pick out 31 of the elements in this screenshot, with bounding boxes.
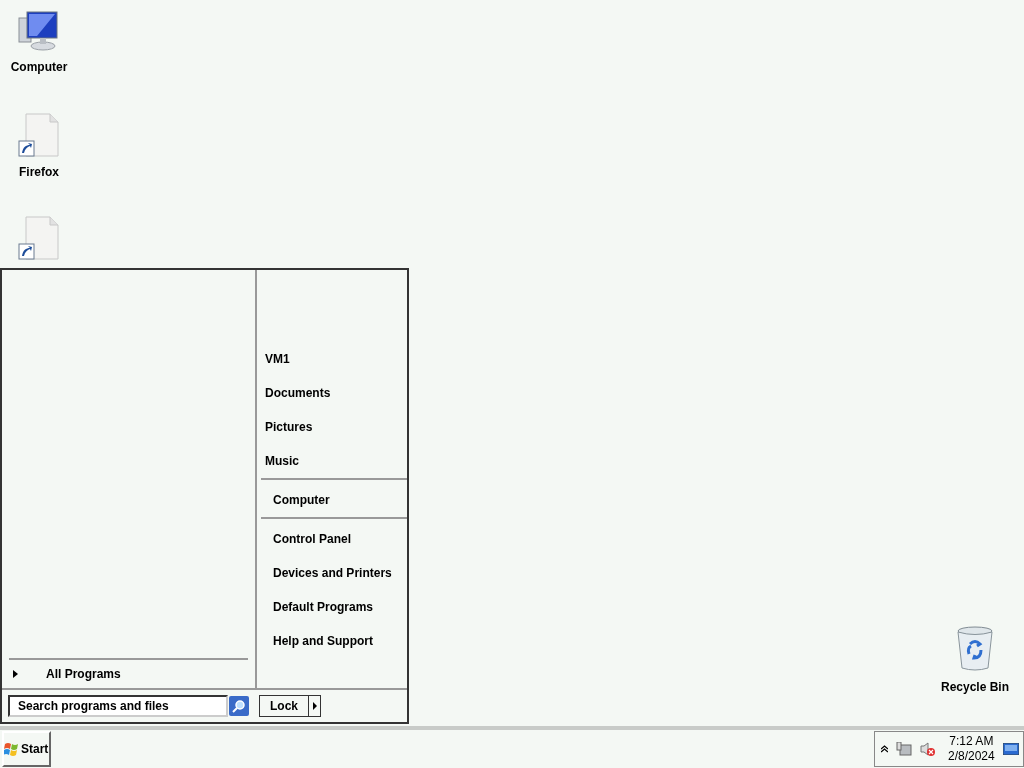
- menu-item[interactable]: Default Programs: [273, 598, 374, 616]
- lock-options-button[interactable]: [309, 695, 321, 717]
- lock-button[interactable]: Lock: [259, 695, 309, 717]
- menu-item[interactable]: Devices and Printers: [273, 564, 392, 582]
- clock-date[interactable]: 2/8/2024: [948, 749, 995, 764]
- menu-item[interactable]: Computer: [273, 491, 330, 509]
- search-button[interactable]: [229, 696, 249, 716]
- caret-icon: [13, 670, 18, 678]
- menu-item[interactable]: Documents: [265, 384, 331, 402]
- recycle-bin-icon: [955, 626, 995, 672]
- caret-icon: [312, 702, 317, 710]
- shortcut-file-icon: [18, 113, 60, 157]
- desktop-icon-label[interactable]: Firefox: [19, 163, 59, 181]
- chevron-up-icon[interactable]: [881, 745, 888, 753]
- search-icon: [232, 699, 246, 713]
- menu-item[interactable]: VM1: [265, 350, 290, 368]
- desktop-icon-label[interactable]: Recycle Bin: [940, 678, 1009, 696]
- start-button[interactable]: Start: [2, 731, 51, 767]
- network-icon[interactable]: [896, 742, 912, 756]
- desktop-icon-label[interactable]: Computer: [10, 58, 68, 76]
- windows-logo-icon: [4, 742, 19, 756]
- menu-item[interactable]: Music: [265, 452, 299, 470]
- all-programs-item[interactable]: All Programs: [13, 665, 121, 683]
- clock-time[interactable]: 7:12 AM: [949, 734, 994, 749]
- menu-item[interactable]: Control Panel: [273, 530, 351, 548]
- show-desktop-icon[interactable]: [1002, 743, 1019, 755]
- shortcut-file-icon: [18, 216, 60, 260]
- search-field[interactable]: Search programs and files: [8, 695, 228, 717]
- menu-item[interactable]: Help and Support: [273, 632, 373, 650]
- muted-speaker-icon[interactable]: [920, 742, 936, 756]
- menu-item[interactable]: Pictures: [265, 418, 313, 436]
